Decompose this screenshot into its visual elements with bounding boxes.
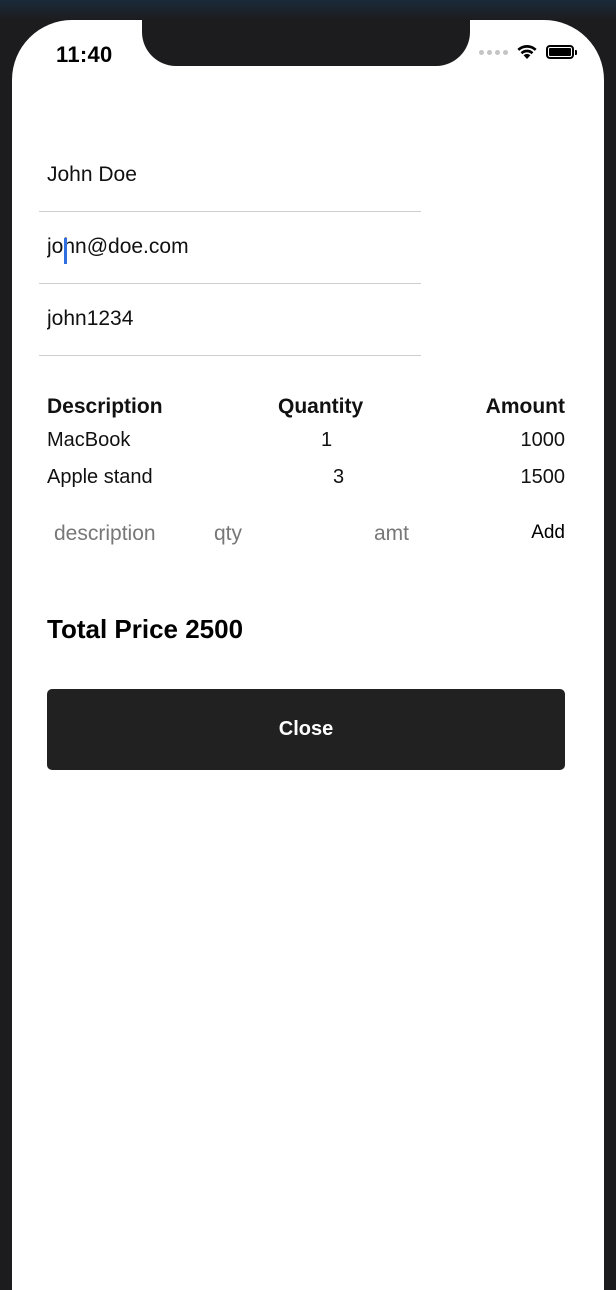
status-indicators	[479, 44, 577, 60]
add-item-row: Add	[47, 520, 565, 550]
table-row: Apple stand 3 1500	[47, 466, 565, 503]
table-row: MacBook 1 1000	[47, 429, 565, 466]
row-amount: 1500	[520, 466, 566, 488]
table-header: Description Quantity Amount	[47, 395, 565, 429]
cellular-signal-icon	[479, 49, 508, 55]
description-input[interactable]	[54, 520, 204, 548]
email-input[interactable]	[47, 212, 407, 282]
row-description: Apple stand	[47, 466, 153, 488]
password-input[interactable]	[47, 284, 407, 354]
total-price: Total Price 2500	[47, 614, 244, 644]
text-cursor	[64, 238, 67, 264]
items-table: Description Quantity Amount MacBook 1 10…	[47, 395, 565, 503]
row-quantity: 3	[333, 466, 345, 488]
close-button[interactable]: Close	[47, 689, 565, 770]
add-button[interactable]: Add	[531, 522, 565, 544]
email-field[interactable]	[39, 212, 421, 284]
password-field[interactable]	[39, 284, 421, 356]
name-field[interactable]	[39, 140, 421, 212]
app-screen: 11:40 Description Quantity	[12, 20, 604, 1290]
battery-icon	[546, 45, 577, 59]
qty-input[interactable]	[214, 520, 274, 548]
header-description: Description	[47, 395, 163, 418]
wifi-icon	[517, 45, 537, 59]
status-time: 11:40	[56, 42, 113, 67]
name-input[interactable]	[47, 140, 407, 210]
header-quantity: Quantity	[278, 395, 364, 418]
amt-input[interactable]	[374, 520, 454, 548]
row-quantity: 1	[321, 429, 333, 451]
row-description: MacBook	[47, 429, 131, 451]
row-amount: 1000	[520, 429, 566, 451]
header-amount: Amount	[485, 395, 565, 418]
device-frame: 11:40 Description Quantity	[0, 0, 616, 1290]
device-notch	[142, 20, 470, 66]
